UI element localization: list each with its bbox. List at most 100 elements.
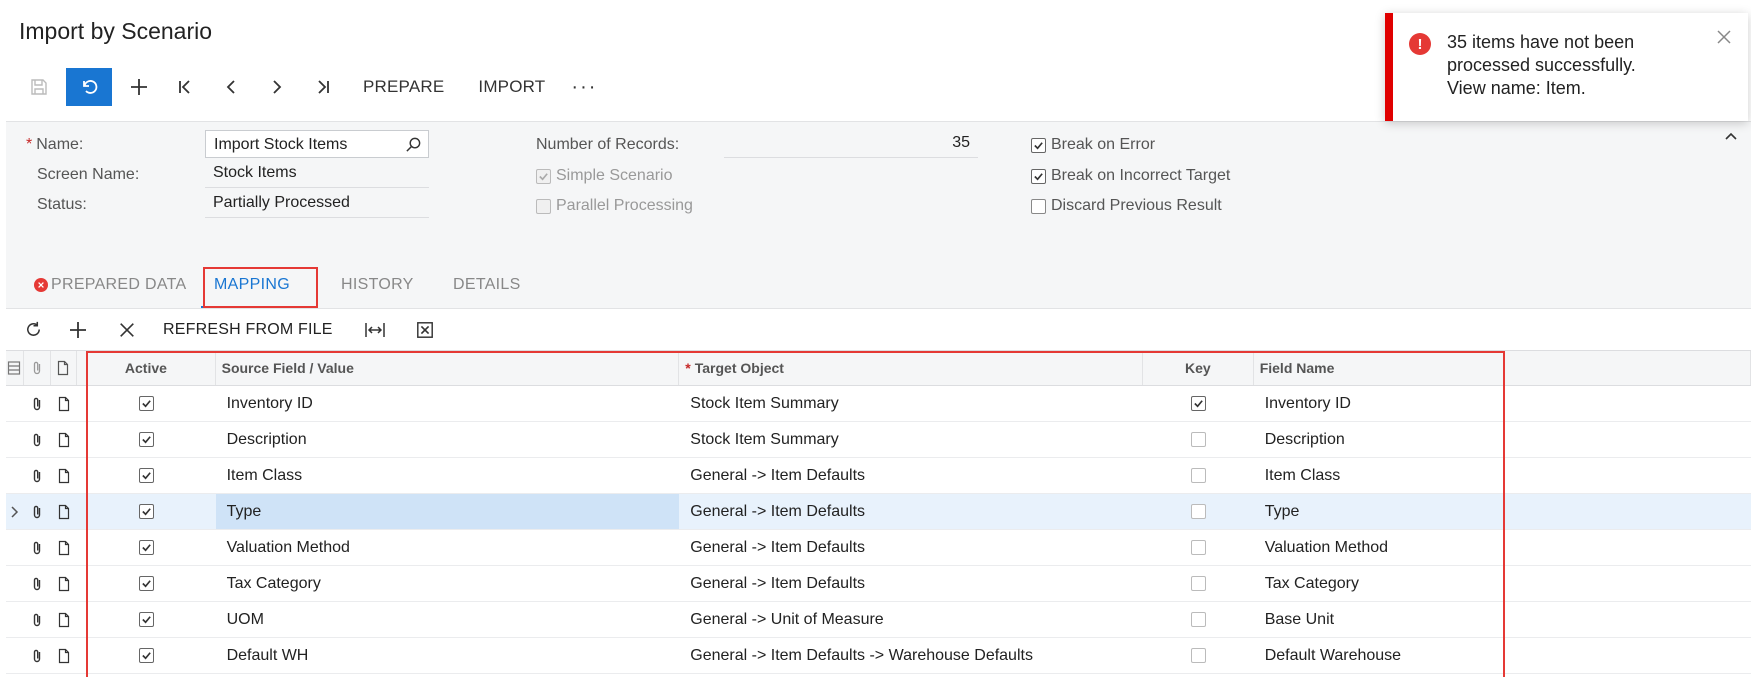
note-cell[interactable] [50,458,77,493]
attachment-cell[interactable] [24,494,51,529]
plus-icon [69,321,86,338]
row-selector[interactable] [6,422,24,457]
error-icon [34,278,48,292]
next-record-button[interactable] [254,67,300,107]
attachment-cell[interactable] [24,566,51,601]
check-icon [1034,141,1043,149]
prepare-button[interactable]: PREPARE [346,67,461,107]
tab-prepared-data[interactable]: PREPARED DATA [34,262,186,308]
toast-message: 35 items have not been processed success… [1447,32,1636,98]
row-selector[interactable] [6,602,24,637]
screen-name-label: Screen Name: [37,166,140,183]
first-icon [179,80,190,94]
grid-settings-icon [8,361,21,375]
simple-scenario-checkbox: Simple Scenario [536,167,673,185]
paperclip-icon [33,649,41,662]
break-on-error-checkbox[interactable]: Break on Error [1031,136,1155,154]
status-label: Status: [37,196,87,213]
fit-columns-button[interactable] [347,309,403,351]
attachments-header [24,351,51,385]
break-on-incorrect-target-checkbox[interactable]: Break on Incorrect Target [1031,167,1230,185]
name-value: Import Stock Items [214,136,348,153]
attachment-cell[interactable] [24,422,51,457]
note-icon [58,576,69,591]
grid-highlight [86,351,1505,677]
refresh-icon [26,321,40,336]
attachment-cell[interactable] [24,386,51,421]
records-field: 35 [724,128,978,158]
name-label: * Name: [26,136,84,153]
paperclip-icon [33,469,41,482]
row-selector[interactable] [6,494,24,529]
name-field[interactable]: Import Stock Items [205,130,429,158]
fit-width-icon [364,322,385,337]
tab-history[interactable]: HISTORY [341,262,414,308]
paperclip-icon [33,433,41,446]
attachment-cell[interactable] [24,458,51,493]
grid-toolbar: REFRESH FROM FILE [6,308,1751,350]
add-row-button[interactable] [50,309,105,351]
row-selector[interactable] [6,458,24,493]
add-button[interactable] [116,67,162,107]
mapping-tab-highlight [203,267,318,308]
attachment-cell[interactable] [24,602,51,637]
note-cell[interactable] [50,530,77,565]
note-icon [58,432,69,447]
row-selector[interactable] [6,530,24,565]
note-cell[interactable] [50,602,77,637]
refresh-from-file-button[interactable]: REFRESH FROM FILE [149,309,347,351]
first-record-button[interactable] [162,67,208,107]
note-cell[interactable] [50,386,77,421]
discard-previous-result-checkbox[interactable]: Discard Previous Result [1031,197,1222,215]
chevron-right-icon [273,80,282,94]
close-icon[interactable] [1716,29,1732,45]
paperclip-icon [33,505,41,518]
previous-record-button[interactable] [208,67,254,107]
paperclip-icon [33,577,41,590]
page-title: Import by Scenario [19,18,213,44]
note-icon [58,612,69,627]
close-icon [120,322,134,337]
row-selector-header[interactable] [6,351,24,385]
chevron-left-icon [226,80,235,94]
note-cell[interactable] [50,638,77,673]
attachment-cell[interactable] [24,638,51,673]
records-label: Number of Records: [536,136,680,153]
check-icon [539,172,548,180]
chevron-right-icon [11,505,18,518]
plus-icon [131,79,147,95]
save-button[interactable] [16,67,62,107]
chevron-up-icon[interactable] [1723,128,1739,144]
more-button[interactable]: ··· [562,67,606,107]
tab-details[interactable]: DETAILS [453,262,521,308]
note-icon [58,468,69,483]
save-icon [31,79,47,95]
note-cell[interactable] [50,566,77,601]
delete-row-button[interactable] [105,309,149,351]
undo-button[interactable] [66,68,112,106]
attachment-cell[interactable] [24,530,51,565]
undo-icon [83,80,98,94]
note-icon [58,540,69,555]
error-icon: ! [1409,33,1431,55]
import-button[interactable]: IMPORT [461,67,562,107]
paperclip-icon [33,541,41,554]
note-cell[interactable] [50,494,77,529]
check-icon [1034,172,1043,180]
search-icon[interactable] [405,136,422,153]
row-selector[interactable] [6,386,24,421]
error-toast: ! 35 items have not been processed succe… [1385,13,1748,121]
export-excel-button[interactable] [403,309,447,351]
row-selector[interactable] [6,638,24,673]
main-toolbar: PREPARE IMPORT ··· [16,67,606,107]
note-icon [58,504,69,519]
last-icon [318,80,329,94]
paperclip-icon [33,361,40,375]
note-cell[interactable] [50,422,77,457]
paperclip-icon [33,397,41,410]
note-icon [58,360,69,376]
row-selector[interactable] [6,566,24,601]
refresh-button[interactable] [16,309,50,351]
last-record-button[interactable] [300,67,346,107]
excel-icon [416,321,433,338]
